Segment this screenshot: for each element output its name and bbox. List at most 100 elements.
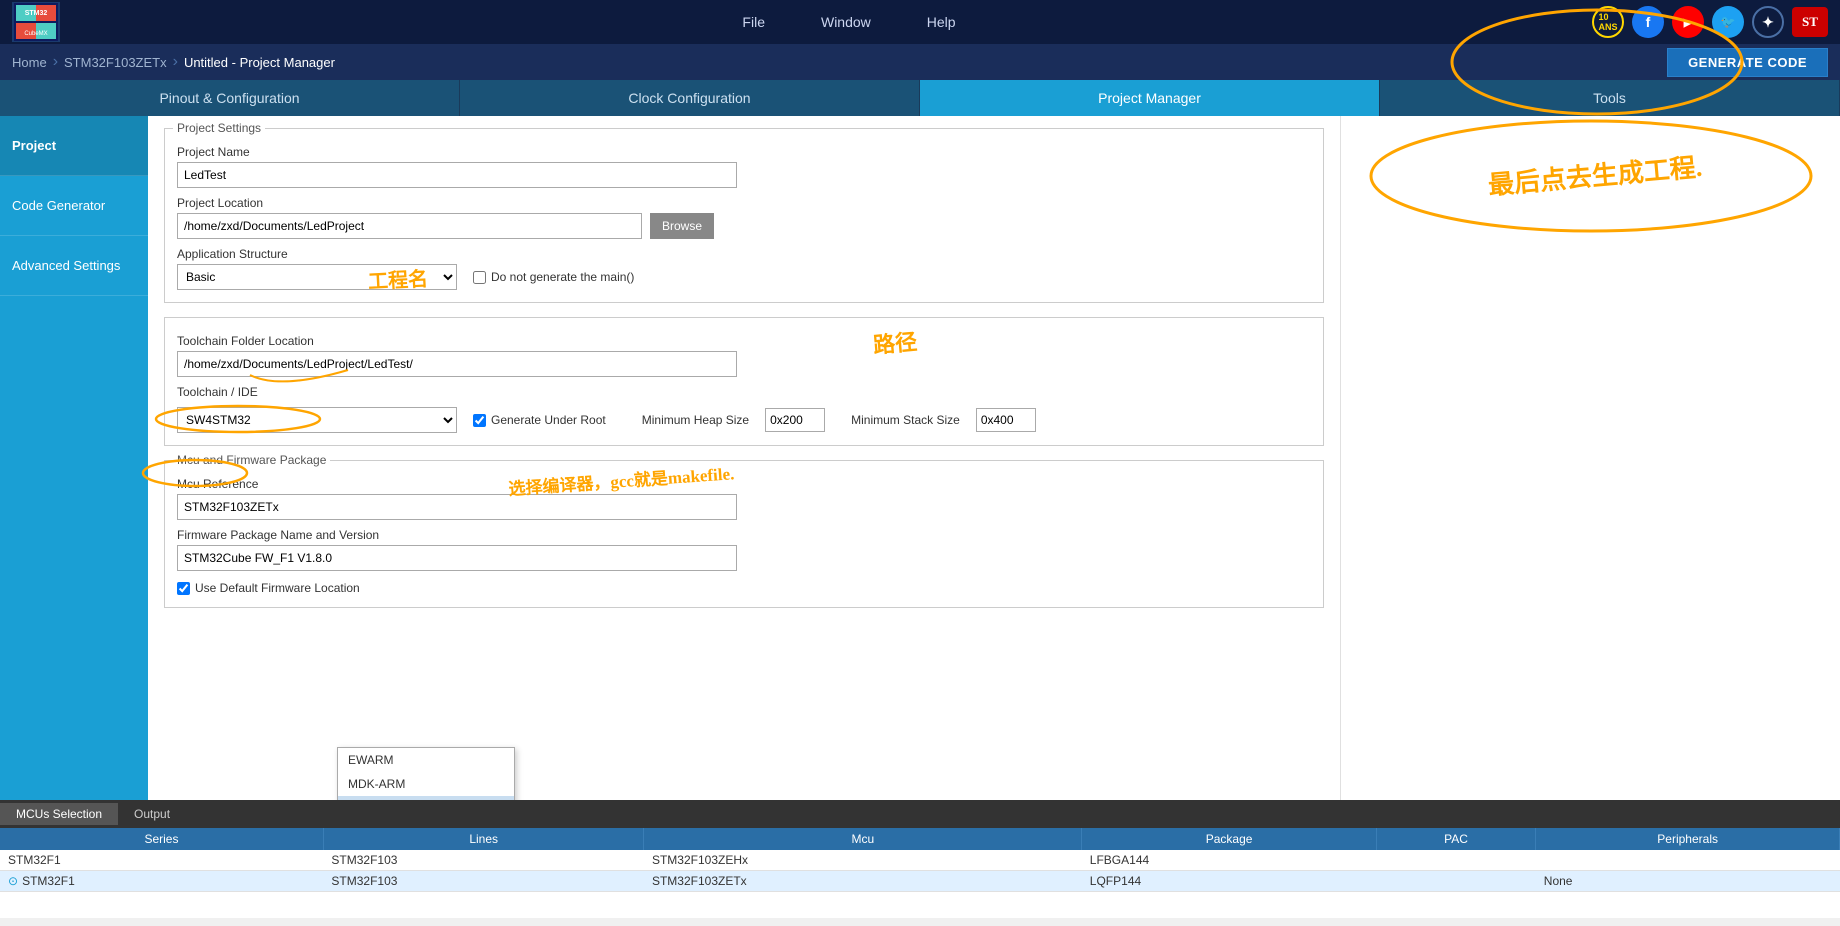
cell-package-1: LFBGA144 bbox=[1082, 850, 1377, 871]
svg-text:CubeMX: CubeMX bbox=[24, 31, 47, 37]
toolchain-folder-label: Toolchain Folder Location bbox=[177, 334, 1311, 348]
cell-pac-1 bbox=[1376, 850, 1535, 871]
cell-lines-1: STM32F103 bbox=[323, 850, 644, 871]
dropdown-item-mdkarm[interactable]: MDK-ARM bbox=[338, 772, 514, 796]
breadcrumb-sep-1: › bbox=[53, 53, 58, 71]
cell-lines-2: STM32F103 bbox=[323, 871, 644, 892]
annotation-area: 最后点去生成工程. bbox=[1340, 116, 1840, 800]
cell-peripherals-2: None bbox=[1536, 871, 1840, 892]
cell-series-1: STM32F1 bbox=[0, 850, 323, 871]
bottom-table-area: Series Lines Mcu Package PAC Peripherals… bbox=[0, 828, 1840, 918]
app-structure-label: Application Structure bbox=[177, 247, 1311, 261]
breadcrumb-sep-2: › bbox=[173, 53, 178, 71]
project-location-input[interactable] bbox=[177, 213, 642, 239]
breadcrumb-home[interactable]: Home bbox=[12, 55, 47, 70]
dropdown-item-ewarm[interactable]: EWARM bbox=[338, 748, 514, 772]
logo-box: STM32 CubeMX bbox=[12, 2, 60, 42]
table-row[interactable]: STM32F1 STM32F103 STM32F103ZEHx LFBGA144 bbox=[0, 850, 1840, 871]
toolchain-select-wrapper: SW4STM32 EWARM MDK-ARM TrueSTUDIO STM32C… bbox=[177, 407, 457, 433]
generate-code-button[interactable]: GENERATE CODE bbox=[1667, 48, 1828, 77]
table-header-row: Series Lines Mcu Package PAC Peripherals bbox=[0, 828, 1840, 850]
twitter-icon[interactable]: 🐦 bbox=[1712, 6, 1744, 38]
app-structure-row: Basic Advanced Do not generate the main(… bbox=[177, 264, 1311, 290]
sidebar-item-advanced-settings[interactable]: Advanced Settings bbox=[0, 236, 148, 296]
window-menu[interactable]: Window bbox=[813, 10, 879, 34]
logo-area: STM32 CubeMX bbox=[12, 2, 66, 42]
svg-text:STM32: STM32 bbox=[25, 10, 48, 17]
no-main-checkbox-label: Do not generate the main() bbox=[473, 270, 634, 284]
project-location-label: Project Location bbox=[177, 196, 1311, 210]
st-brand-icon: ST bbox=[1792, 7, 1828, 37]
tab-tools[interactable]: Tools bbox=[1380, 80, 1840, 116]
toolchain-dropdown: EWARM MDK-ARM SW4STM32 TrueSTUDIO STM32C… bbox=[337, 747, 515, 800]
generate-under-root-checkbox[interactable] bbox=[473, 414, 486, 427]
mcu-ref-label: Mcu Reference bbox=[177, 477, 1311, 491]
col-series: Series bbox=[0, 828, 323, 850]
mcu-firmware-title: Mcu and Firmware Package bbox=[173, 453, 330, 467]
breadcrumb-bar: Home › STM32F103ZETx › Untitled - Projec… bbox=[0, 44, 1840, 80]
tab-bar: Pinout & Configuration Clock Configurati… bbox=[0, 80, 1840, 116]
cell-pac-2 bbox=[1376, 871, 1535, 892]
selected-indicator: ⊙ bbox=[8, 874, 18, 888]
stm32-logo-icon: STM32 CubeMX bbox=[14, 3, 58, 41]
col-mcu: Mcu bbox=[644, 828, 1082, 850]
toolchain-folder-input[interactable] bbox=[177, 351, 737, 377]
cell-series-2: ⊙STM32F1 bbox=[0, 871, 323, 892]
top-menubar: STM32 CubeMX File Window Help 10ANS f ▶ … bbox=[0, 0, 1840, 44]
bottom-area: MCUs Selection Output Series Lines Mcu P… bbox=[0, 800, 1840, 926]
tab-pinout[interactable]: Pinout & Configuration bbox=[0, 80, 460, 116]
youtube-icon[interactable]: ▶ bbox=[1672, 6, 1704, 38]
min-heap-input[interactable] bbox=[765, 408, 825, 432]
col-package: Package bbox=[1082, 828, 1377, 850]
breadcrumb-project[interactable]: Untitled - Project Manager bbox=[184, 55, 335, 70]
bottom-tab-mcu-selection[interactable]: MCUs Selection bbox=[0, 803, 118, 825]
cell-package-2: LQFP144 bbox=[1082, 871, 1377, 892]
project-name-input[interactable] bbox=[177, 162, 737, 188]
fw-pkg-input[interactable] bbox=[177, 545, 737, 571]
toolchain-row: SW4STM32 EWARM MDK-ARM TrueSTUDIO STM32C… bbox=[177, 407, 1311, 433]
project-location-row: Browse bbox=[177, 213, 1311, 239]
tab-clock[interactable]: Clock Configuration bbox=[460, 80, 920, 116]
facebook-icon[interactable]: f bbox=[1632, 6, 1664, 38]
file-menu[interactable]: File bbox=[734, 10, 773, 34]
browse-button[interactable]: Browse bbox=[650, 213, 714, 239]
col-pac: PAC bbox=[1376, 828, 1535, 850]
table-row-selected[interactable]: ⊙STM32F1 STM32F103 STM32F103ZETx LQFP144… bbox=[0, 871, 1840, 892]
min-stack-input[interactable] bbox=[976, 408, 1036, 432]
content-area: Project Settings Project Name Project Lo… bbox=[148, 116, 1340, 800]
tab-project-manager[interactable]: Project Manager bbox=[920, 80, 1380, 116]
project-settings-box: Project Settings Project Name Project Lo… bbox=[164, 128, 1324, 303]
cell-peripherals-1 bbox=[1536, 850, 1840, 871]
bottom-tabs: MCUs Selection Output bbox=[0, 800, 1840, 828]
breadcrumb-mcu[interactable]: STM32F103ZETx bbox=[64, 55, 167, 70]
min-heap-label: Minimum Heap Size bbox=[642, 413, 749, 427]
mcu-ref-input[interactable] bbox=[177, 494, 737, 520]
mcu-firmware-box: Mcu and Firmware Package Mcu Reference F… bbox=[164, 460, 1324, 608]
sidebar-item-code-generator[interactable]: Code Generator bbox=[0, 176, 148, 236]
generate-under-root-label: Generate Under Root bbox=[473, 413, 606, 427]
fw-pkg-label: Firmware Package Name and Version bbox=[177, 528, 1311, 542]
project-name-label: Project Name bbox=[177, 145, 1311, 159]
use-default-fw-checkbox[interactable] bbox=[177, 582, 190, 595]
project-settings-title: Project Settings bbox=[173, 121, 265, 135]
col-peripherals: Peripherals bbox=[1536, 828, 1840, 850]
col-lines: Lines bbox=[323, 828, 644, 850]
dropdown-item-sw4stm32[interactable]: SW4STM32 bbox=[338, 796, 514, 800]
sidebar-item-project[interactable]: Project bbox=[0, 116, 148, 176]
app-structure-select[interactable]: Basic Advanced bbox=[177, 264, 457, 290]
network-icon[interactable]: ✦ bbox=[1752, 6, 1784, 38]
mcu-table: Series Lines Mcu Package PAC Peripherals… bbox=[0, 828, 1840, 892]
help-menu[interactable]: Help bbox=[919, 10, 964, 34]
bottom-tab-output[interactable]: Output bbox=[118, 803, 186, 825]
menu-items: File Window Help bbox=[106, 10, 1592, 34]
use-default-fw-label: Use Default Firmware Location bbox=[177, 581, 1311, 595]
annotation-svg-right bbox=[1341, 116, 1840, 800]
toolchain-select[interactable]: SW4STM32 EWARM MDK-ARM TrueSTUDIO STM32C… bbox=[177, 407, 457, 433]
no-main-checkbox[interactable] bbox=[473, 271, 486, 284]
top-right-icons: 10ANS f ▶ 🐦 ✦ ST bbox=[1592, 6, 1828, 38]
settings-panel: Project Settings Project Name Project Lo… bbox=[148, 116, 1340, 634]
anniversary-icon: 10ANS bbox=[1592, 6, 1624, 38]
sidebar: Project Code Generator Advanced Settings bbox=[0, 116, 148, 800]
annotation-generate-project: 最后点去生成工程. bbox=[1369, 136, 1821, 212]
main-area: Project Code Generator Advanced Settings… bbox=[0, 116, 1840, 800]
